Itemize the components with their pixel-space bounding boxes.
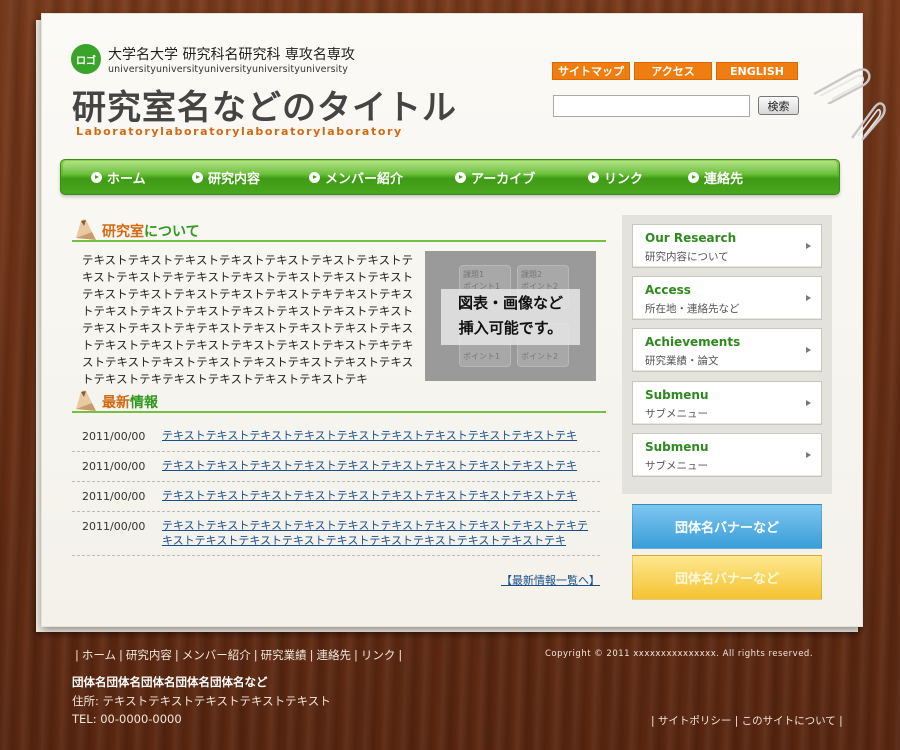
- image-caption-2: 挿入可能です。: [458, 319, 563, 337]
- news-title-b: 情報: [130, 395, 158, 411]
- sidebar-item-submenu[interactable]: Submenu サブメニュー: [632, 381, 822, 425]
- nav-item-links[interactable]: リンク: [588, 160, 643, 194]
- sidebar-item-subtitle: 研究業績・論文: [645, 355, 719, 367]
- news-more-link[interactable]: 【最新情報一覧へ】: [501, 572, 600, 588]
- footer-link-achievements[interactable]: 研究業績: [261, 648, 307, 662]
- arrow-right-icon: [806, 400, 811, 406]
- arrow-right-icon: [91, 171, 102, 183]
- sidebar-item-achievements[interactable]: Achievements 研究業績・論文: [632, 328, 822, 372]
- footer-nav: | ホーム | 研究内容 | メンバー紹介 | 研究業績 | 連絡先 | リンク |: [75, 648, 403, 662]
- image-label: 課題2: [521, 270, 543, 279]
- sidebar-item-subtitle: サブメニュー: [645, 460, 708, 472]
- paperclip-icon: [813, 68, 871, 104]
- news-date: 2011/00/00: [82, 520, 146, 533]
- about-title-a: 研究室: [102, 224, 144, 240]
- image-label: ポイント1: [463, 352, 501, 361]
- footer-link-links[interactable]: リンク: [361, 648, 396, 662]
- paperclip-icon: [851, 102, 886, 141]
- arrow-right-icon: [192, 171, 203, 183]
- nav-item-home[interactable]: ホーム: [91, 160, 146, 194]
- footer-link-contact[interactable]: 連絡先: [317, 648, 352, 662]
- sidebar-item-title: Access: [645, 283, 691, 297]
- logo-badge[interactable]: ロゴ: [71, 44, 101, 74]
- about-title-b: について: [144, 224, 200, 240]
- news-row: 2011/00/00 テキストテキストテキストテキストテキストテキストテキストテ…: [72, 422, 600, 452]
- footer-link-home[interactable]: ホーム: [82, 648, 116, 662]
- arrow-right-icon: [806, 452, 811, 458]
- footer-link-research[interactable]: 研究内容: [126, 648, 172, 662]
- sidebar-item-submenu[interactable]: Submenu サブメニュー: [632, 433, 822, 477]
- arrow-right-icon: [806, 295, 811, 301]
- arrow-right-icon: [806, 347, 811, 353]
- arrow-right-icon: [588, 171, 599, 183]
- sidebar-item-title: Submenu: [645, 388, 709, 402]
- news-title-a: 最新: [102, 395, 130, 411]
- sidebar-item-access[interactable]: Access 所在地・連絡先など: [632, 276, 822, 320]
- footer-link-about[interactable]: このサイトについて: [742, 715, 836, 727]
- news-row: 2011/00/00 テキストテキストテキストテキストテキストテキストテキストテ…: [72, 452, 600, 482]
- about-text: テキストテキストテキストテキストテキストテキストテキストテキストテキストテキテキ…: [82, 253, 414, 386]
- lab-title[interactable]: 研究室名などのタイトル: [72, 80, 457, 129]
- top-links: サイトマップ アクセス ENGLISH: [552, 62, 798, 80]
- news-link[interactable]: テキストテキストテキストテキストテキストテキストテキストテキストテキストテキ: [162, 428, 594, 446]
- sidebar-item-title: Our Research: [645, 231, 737, 245]
- news-list: 2011/00/00 テキストテキストテキストテキストテキストテキストテキストテ…: [72, 422, 600, 556]
- nav-item-archive[interactable]: アーカイブ: [455, 160, 535, 194]
- banner-yellow[interactable]: 団体名バナーなど: [632, 555, 822, 600]
- footer-nav-secondary: | サイトポリシー | このサイトについて |: [651, 715, 843, 727]
- footer-link-policy[interactable]: サイトポリシー: [658, 715, 732, 727]
- top-link-sitemap[interactable]: サイトマップ: [552, 62, 630, 80]
- org-address: 住所: テキストテキストテキストテキストテキスト: [72, 694, 331, 708]
- org-tel: TEL: 00-0000-0000: [72, 712, 182, 726]
- arrow-right-icon: [688, 171, 699, 183]
- sidebar-item-title: Achievements: [645, 335, 741, 349]
- search-input[interactable]: [553, 95, 750, 117]
- arrow-right-icon: [806, 243, 811, 249]
- news-date: 2011/00/00: [82, 460, 146, 473]
- pencil-icon: [76, 219, 96, 240]
- org-name: 団体名団体名団体名団体名団体名など: [72, 675, 268, 689]
- news-link[interactable]: テキストテキストテキストテキストテキストテキストテキストテキストテキストテキテキ…: [162, 518, 594, 550]
- news-link[interactable]: テキストテキストテキストテキストテキストテキストテキストテキストテキストテキ: [162, 458, 594, 476]
- sidebar-item-subtitle: 所在地・連絡先など: [645, 303, 740, 315]
- arrow-right-icon: [455, 171, 466, 183]
- top-link-access[interactable]: アクセス: [634, 62, 712, 80]
- image-label: 課題1: [463, 270, 485, 279]
- university-name-en: universityuniversityuniversityuniversity…: [108, 64, 348, 75]
- sidebar-item-subtitle: 研究内容について: [645, 251, 729, 263]
- university-name: 大学名大学 研究科名研究科 専攻名専攻: [108, 47, 355, 63]
- arrow-right-icon: [309, 171, 320, 183]
- nav-item-contact[interactable]: 連絡先: [688, 160, 743, 194]
- top-link-english[interactable]: ENGLISH: [716, 62, 798, 80]
- news-date: 2011/00/00: [82, 430, 146, 443]
- news-date: 2011/00/00: [82, 490, 146, 503]
- image-caption-1: 図表・画像など: [457, 294, 563, 312]
- nav-item-members[interactable]: メンバー紹介: [309, 160, 403, 194]
- main-nav: ホーム 研究内容 メンバー紹介 アーカイブ リンク 連絡先: [60, 159, 840, 195]
- pencil-icon: [76, 390, 96, 411]
- about-heading: 研究室について: [72, 216, 606, 242]
- search-button[interactable]: 検索: [758, 96, 799, 115]
- news-heading: 最新情報: [72, 387, 606, 413]
- image-label: ポイント2: [521, 352, 559, 361]
- nav-item-research[interactable]: 研究内容: [192, 160, 260, 194]
- sidebar-item-research[interactable]: Our Research 研究内容について: [632, 224, 822, 268]
- sidebar-item-title: Submenu: [645, 440, 709, 454]
- about-image-placeholder: 課題1 課題2 ポイント1 ポイント2 ポイント1 ポイント2 図表・画像など …: [425, 251, 596, 381]
- lab-title-en: Laboratorylaboratorylaboratorylaboratory: [76, 125, 403, 138]
- news-row: 2011/00/00 テキストテキストテキストテキストテキストテキストテキストテ…: [72, 512, 600, 556]
- news-row: 2011/00/00 テキストテキストテキストテキストテキストテキストテキストテ…: [72, 482, 600, 512]
- banner-blue[interactable]: 団体名バナーなど: [632, 504, 822, 549]
- copyright: Copyright © 2011 xxxxxxxxxxxxxxx. All ri…: [545, 649, 814, 659]
- footer-link-members[interactable]: メンバー紹介: [182, 648, 251, 662]
- sidebar-item-subtitle: サブメニュー: [645, 408, 708, 420]
- news-link[interactable]: テキストテキストテキストテキストテキストテキストテキストテキストテキストテキ: [162, 488, 594, 506]
